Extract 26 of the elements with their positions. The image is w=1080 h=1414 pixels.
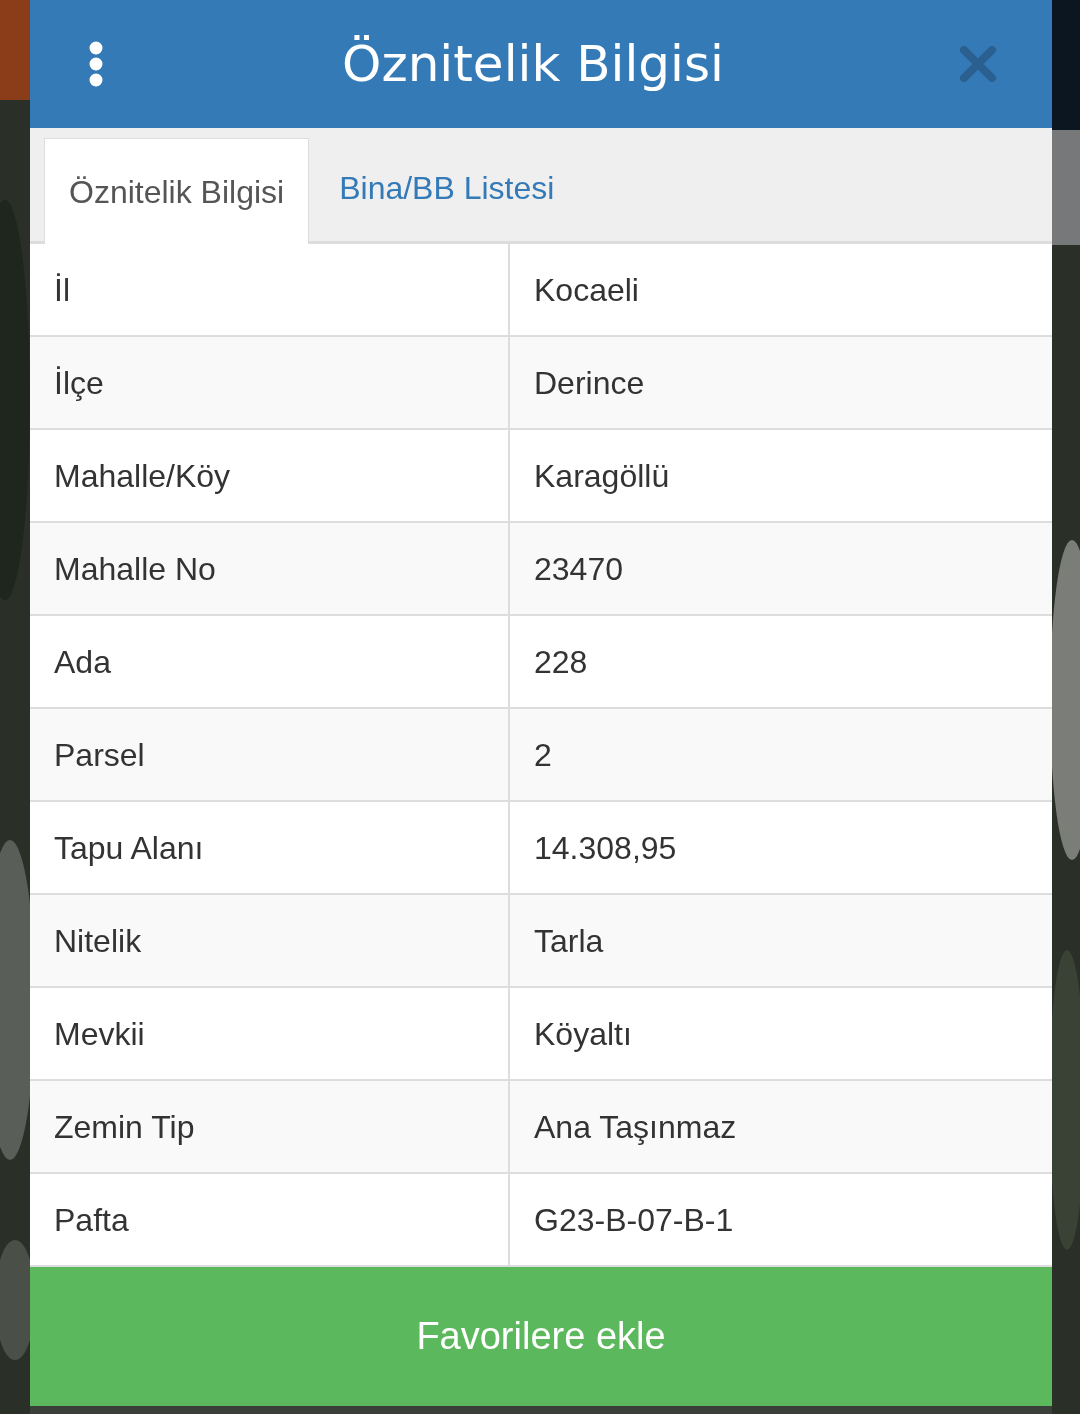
table-cell-text: Ana Taşınmaz — [534, 1107, 737, 1147]
tab[interactable]: Bina/BB Listesi — [309, 135, 585, 241]
table-cell-text: Pafta — [54, 1200, 129, 1240]
table-cell-text: 228 — [534, 642, 588, 682]
table-cell-text: Derince — [534, 363, 645, 403]
table-cell-text: İlçe — [54, 363, 104, 403]
table-cell-text: Mahalle No — [54, 549, 216, 589]
add-to-favorites-button[interactable]: Favorilere ekle — [30, 1267, 1052, 1406]
table-cell-text: Mevkii — [54, 1014, 145, 1054]
tab[interactable]: Öznitelik Bilgisi — [44, 138, 310, 244]
table-cell-text: Tarla — [534, 921, 604, 961]
table-cell-text: 23470 — [534, 549, 623, 589]
table-cell-text: 2 — [534, 735, 552, 775]
table-cell-text: Zemin Tip — [54, 1107, 195, 1147]
table-cell-text: 14.308,95 — [534, 828, 677, 868]
table-cell-text: G23-B-07-B-1 — [534, 1200, 734, 1240]
table-cell-text: Nitelik — [54, 921, 142, 961]
table-cell-text: Ada — [54, 642, 111, 682]
table-cell-text: Tapu Alanı — [54, 828, 204, 868]
dialog-title: Öznitelik Bilgisi — [342, 33, 724, 95]
table-cell-text: Kocaeli — [534, 270, 639, 310]
table-cell-text: Köyaltı — [534, 1014, 632, 1054]
table-cell-text: Mahalle/Köy — [54, 456, 231, 496]
table-cell-text: İl — [54, 270, 70, 310]
table-cell-text: Parsel — [54, 735, 145, 775]
table-cell-text: Karagöllü — [534, 456, 670, 496]
